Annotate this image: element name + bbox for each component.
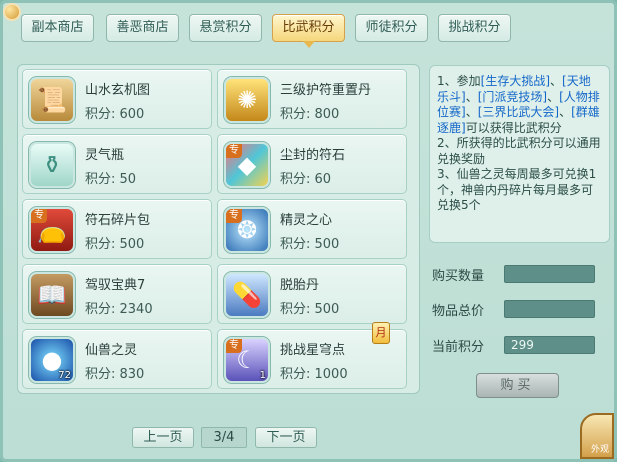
exclusive-tag: 专	[31, 209, 47, 223]
buy-button[interactable]: 购买	[476, 373, 559, 398]
item-name: 尘封的符石	[280, 148, 346, 163]
rules-line-2: 2、所获得的比武积分可以通用兑换奖励	[437, 136, 601, 166]
tab-pvp-points[interactable]: 比武积分	[272, 14, 345, 48]
rules-text: 、	[559, 105, 572, 119]
gem-stone-icon: ◆ 专	[224, 142, 270, 188]
next-page-button[interactable]: 下一页	[255, 427, 317, 448]
shop-item[interactable]: ❂ 专 精灵之心 积分: 500	[217, 199, 407, 259]
link-sect-arena[interactable]: [门派竞技场]	[478, 90, 547, 104]
rules-panel: 1、参加[生存大挑战]、[天地乐斗]、[门派竞技场]、[人物排位赛]、[三界比武…	[429, 65, 610, 243]
rules-text: 、	[547, 89, 560, 104]
exclusive-tag: 专	[226, 339, 242, 353]
item-points: 积分: 2340	[85, 302, 153, 317]
pouch-icon: 👝 专	[29, 207, 75, 253]
item-points: 积分: 500	[280, 302, 340, 317]
rules-text: 、	[550, 74, 563, 88]
shop-item[interactable]: 👝 专 符石碎片包 积分: 500	[22, 199, 212, 259]
item-name: 三级护符重置丹	[280, 83, 372, 98]
item-name: 精灵之心	[280, 213, 333, 228]
tab-mentor-points[interactable]: 师徒积分	[355, 14, 428, 42]
monthly-badge: 月	[372, 322, 390, 344]
item-name: 山水玄机图	[85, 83, 151, 98]
shop-item[interactable]: 📖 驾驭宝典7 积分: 2340	[22, 264, 212, 324]
rules-text: 可以获得比武积分	[465, 120, 562, 135]
item-name: 驾驭宝典7	[85, 278, 146, 293]
spirit-heart-icon: ❂ 专	[224, 207, 270, 253]
shop-item[interactable]: ✺ 三级护符重置丹 积分: 800	[217, 69, 407, 129]
prev-page-button[interactable]: 上一页	[132, 427, 194, 448]
link-three-realms-tournament[interactable]: [三界比武大会]	[478, 105, 559, 119]
item-points: 积分: 60	[280, 172, 332, 187]
blue-orb-icon: ● 72	[29, 337, 75, 383]
item-name: 符石碎片包	[85, 213, 151, 228]
rules-text: 、	[465, 89, 478, 104]
book-icon: 📖	[29, 272, 75, 318]
pill-icon: 💊	[224, 272, 270, 318]
item-name: 灵气瓶	[85, 148, 125, 163]
quantity-field[interactable]	[504, 265, 595, 283]
shop-item[interactable]: ☾ 专 1 挑战星穹点 积分: 1000 月	[217, 322, 407, 389]
current-points-field: 299	[504, 336, 595, 354]
rules-text: 、	[465, 105, 478, 119]
appearance-label: 外观	[590, 445, 609, 455]
item-points: 积分: 50	[85, 172, 137, 187]
item-points: 积分: 1000	[280, 367, 348, 382]
quantity-label: 购买数量	[432, 269, 485, 284]
shop-window: 副本商店 善恶商店 悬赏积分 比武积分 师徒积分 挑战积分 📜 山水玄机图 积分…	[0, 0, 617, 462]
item-count: 1	[259, 370, 266, 381]
item-points: 积分: 800	[280, 107, 340, 122]
tab-challenge-points[interactable]: 挑战积分	[438, 14, 511, 42]
page-indicator: 3/4	[201, 427, 247, 448]
rules-line-3: 3、仙兽之灵每周最多可兑换1个，神兽内丹碎片每月最多可兑换5个	[437, 167, 597, 212]
item-points: 积分: 500	[280, 237, 340, 252]
total-price-field	[504, 300, 595, 318]
item-count: 72	[58, 370, 71, 381]
rules-text: 1、参加	[437, 74, 481, 88]
exclusive-tag: 专	[226, 144, 242, 158]
tab-karma-shop[interactable]: 善恶商店	[106, 14, 179, 42]
shop-item[interactable]: 💊 脱胎丹 积分: 500	[217, 264, 407, 324]
shop-item[interactable]: ◆ 专 尘封的符石 积分: 60	[217, 134, 407, 194]
item-points: 积分: 830	[85, 367, 145, 382]
item-points: 积分: 600	[85, 107, 145, 122]
current-points-label: 当前积分	[432, 340, 485, 355]
scroll-icon: 📜	[29, 77, 75, 123]
appearance-corner-button[interactable]: 外观	[580, 413, 614, 459]
tab-dungeon-shop[interactable]: 副本商店	[21, 14, 94, 42]
item-name: 挑战星穹点	[280, 343, 346, 358]
shop-item[interactable]: 📜 山水玄机图 积分: 600	[22, 69, 212, 129]
tab-bounty-points[interactable]: 悬赏积分	[189, 14, 262, 42]
item-points: 积分: 500	[85, 237, 145, 252]
total-price-label: 物品总价	[432, 304, 485, 319]
vase-icon: ⚱	[29, 142, 75, 188]
shop-item[interactable]: ⚱ 灵气瓶 积分: 50	[22, 134, 212, 194]
corner-ornament-icon	[3, 3, 21, 21]
exclusive-tag: 专	[226, 209, 242, 223]
crescent-moon-icon: ☾ 专 1	[224, 337, 270, 383]
link-survival-challenge[interactable]: [生存大挑战]	[481, 74, 550, 88]
item-name: 仙兽之灵	[85, 343, 138, 358]
item-grid: 📜 山水玄机图 积分: 600 ✺ 三级护符重置丹 积分: 800 ⚱ 灵气瓶 …	[17, 64, 420, 394]
shop-item[interactable]: ● 72 仙兽之灵 积分: 830	[22, 329, 212, 389]
golden-amulet-icon: ✺	[224, 77, 270, 123]
item-name: 脱胎丹	[280, 278, 320, 293]
